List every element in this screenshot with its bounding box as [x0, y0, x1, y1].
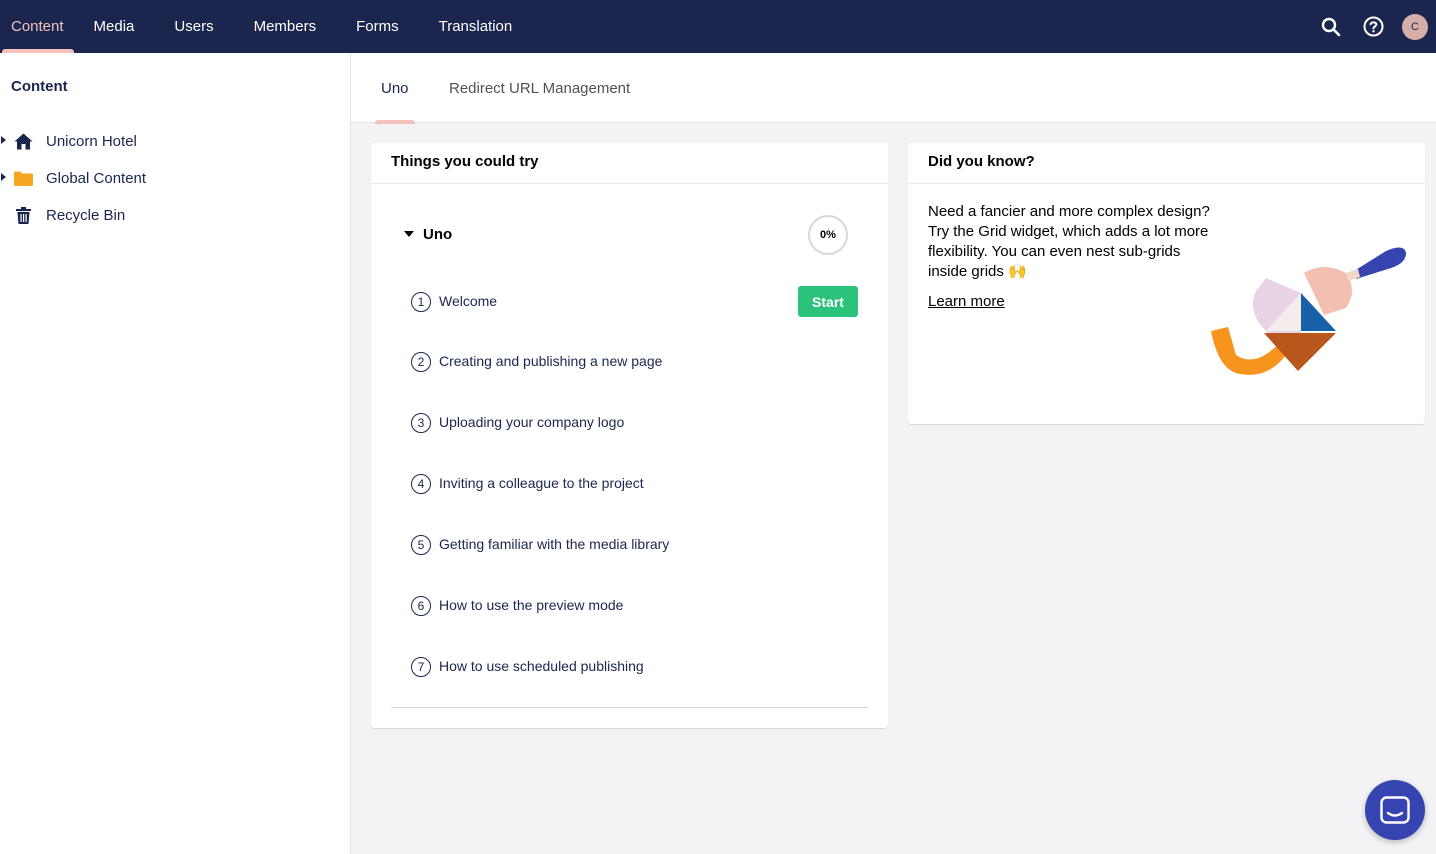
divider	[391, 707, 868, 708]
expand-caret-icon[interactable]	[1, 136, 6, 144]
step-label: Creating and publishing a new page	[439, 353, 663, 369]
step-number: 6	[411, 596, 431, 616]
avatar: C	[1402, 13, 1428, 40]
step-number: 5	[411, 535, 431, 555]
section-forms[interactable]: Forms	[336, 0, 419, 53]
step-label: Getting familiar with the media library	[439, 536, 670, 552]
card-title: Did you know?	[908, 143, 1425, 184]
expand-caret-icon[interactable]	[1, 173, 6, 181]
section-translation[interactable]: Translation	[419, 0, 533, 53]
tour-step: 1 Welcome Start	[391, 274, 868, 343]
tour-step: 3 Uploading your company logo	[391, 404, 868, 465]
did-you-know-card: Did you know? Need a fancier and more co…	[908, 143, 1425, 424]
section-content[interactable]: Content	[0, 0, 74, 53]
tour-step: 6 How to use the preview mode	[391, 587, 868, 648]
sidebar: Content Unicorn Hotel Global Content Rec…	[0, 53, 351, 854]
active-tab-indicator	[375, 120, 415, 124]
tree-item-label: Unicorn Hotel	[46, 133, 137, 150]
tour-step: 4 Inviting a colleague to the project	[391, 465, 868, 526]
step-label: Inviting a colleague to the project	[439, 475, 644, 491]
tour-steps: 1 Welcome Start 2 Creating and publishin…	[391, 274, 868, 709]
tours-card: Things you could try Uno 0% 1 Welcome St…	[371, 143, 888, 728]
trash-icon	[14, 206, 33, 225]
section-users[interactable]: Users	[154, 0, 233, 53]
tree-item-label: Global Content	[46, 170, 147, 187]
tour-group-label: Uno	[423, 225, 453, 243]
tree-item-label: Recycle Bin	[46, 207, 126, 224]
tree-item-recycle-bin[interactable]: Recycle Bin	[0, 197, 350, 234]
step-label: Uploading your company logo	[439, 414, 625, 430]
step-number: 7	[411, 657, 431, 677]
section-media[interactable]: Media	[74, 0, 155, 53]
chat-launcher-button[interactable]	[1365, 780, 1425, 840]
step-label: How to use the preview mode	[439, 597, 624, 613]
tree-item-unicorn-hotel[interactable]: Unicorn Hotel	[0, 123, 350, 160]
step-number: 3	[411, 413, 431, 433]
progress-circle: 0%	[808, 215, 848, 255]
folder-icon	[14, 169, 33, 188]
step-label: Welcome	[439, 293, 498, 309]
step-label: How to use scheduled publishing	[439, 658, 644, 674]
top-actions: C	[1310, 0, 1436, 53]
tree-item-global-content[interactable]: Global Content	[0, 160, 350, 197]
learn-more-link[interactable]: Learn more	[928, 293, 1005, 310]
help-icon[interactable]	[1352, 0, 1394, 53]
tab-label: Uno	[381, 79, 409, 97]
tour-step: 5 Getting familiar with the media librar…	[391, 526, 868, 587]
content-tree: Unicorn Hotel Global Content Recycle Bin	[0, 123, 350, 234]
card-title: Things you could try	[371, 143, 888, 184]
step-number: 2	[411, 352, 431, 372]
user-menu[interactable]: C	[1394, 0, 1436, 53]
sidebar-title: Content	[11, 78, 68, 95]
section-members[interactable]: Members	[234, 0, 337, 53]
step-number: 4	[411, 474, 431, 494]
caret-down-icon	[404, 231, 414, 237]
section-nav: Content Media Users Members Forms Transl…	[0, 0, 532, 53]
top-bar: Content Media Users Members Forms Transl…	[0, 0, 1436, 53]
search-icon[interactable]	[1310, 0, 1352, 53]
start-tour-button[interactable]: Start	[798, 286, 858, 317]
tour-step: 7 How to use scheduled publishing	[391, 648, 868, 709]
grid-illustration	[1211, 247, 1406, 375]
tour-group-toggle[interactable]: Uno	[401, 213, 861, 255]
tour-step: 2 Creating and publishing a new page	[391, 343, 868, 404]
home-icon	[14, 132, 33, 151]
tab-redirect-url-management[interactable]: Redirect URL Management	[449, 53, 630, 123]
dashboard-tabs: Uno Redirect URL Management	[351, 53, 1436, 124]
chat-icon	[1380, 796, 1410, 824]
tab-label: Redirect URL Management	[449, 79, 631, 97]
tip-text: Need a fancier and more complex design? …	[928, 203, 1210, 280]
step-number: 1	[411, 292, 431, 312]
tab-uno[interactable]: Uno	[375, 53, 415, 124]
